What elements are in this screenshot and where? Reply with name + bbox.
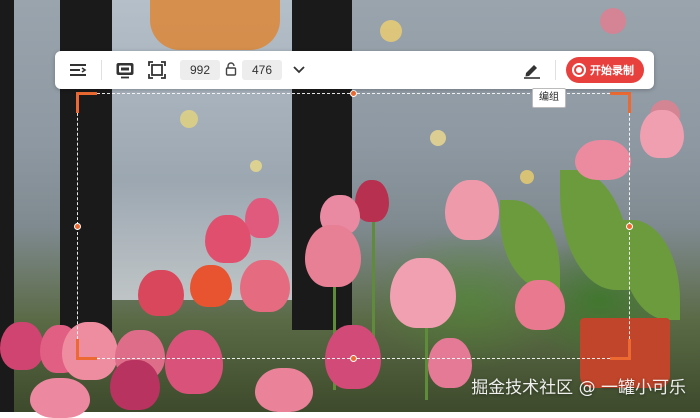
toolbar-divider — [555, 60, 556, 80]
selection-corner-top-right[interactable] — [610, 92, 631, 113]
menu-button[interactable] — [65, 57, 91, 83]
resize-handle-left[interactable] — [74, 223, 81, 230]
bokeh-light — [380, 20, 402, 42]
tulip — [110, 360, 160, 410]
width-input[interactable]: 992 — [180, 60, 220, 80]
selection-corner-bottom-right[interactable] — [610, 339, 631, 360]
screen-capture-icon — [115, 61, 135, 79]
aspect-lock-button[interactable] — [220, 60, 242, 80]
record-icon — [572, 63, 586, 77]
edit-button[interactable] — [519, 57, 545, 83]
lock-icon — [225, 61, 237, 80]
hanging-pot — [150, 0, 280, 50]
fullscreen-select-icon — [148, 61, 166, 79]
list-icon — [68, 62, 88, 78]
capture-toolbar: 992 476 开始录制 — [55, 51, 654, 89]
edit-tooltip: 编组 — [532, 88, 566, 108]
start-recording-label: 开始录制 — [590, 64, 634, 77]
selection-corner-top-left[interactable] — [76, 92, 97, 113]
toolbar-divider — [101, 60, 102, 80]
height-input[interactable]: 476 — [242, 60, 282, 80]
watermark: 掘金技术社区 @ 一罐小可乐 — [471, 378, 686, 398]
tulip — [0, 322, 44, 370]
start-recording-button[interactable]: 开始录制 — [566, 57, 644, 83]
bokeh-light — [600, 8, 626, 34]
capture-selection[interactable] — [74, 90, 633, 362]
chevron-down-icon — [292, 65, 306, 75]
resize-handle-right[interactable] — [626, 223, 633, 230]
size-options-dropdown[interactable] — [286, 57, 312, 83]
tulip — [255, 368, 313, 412]
resize-handle-top[interactable] — [350, 90, 357, 97]
screen-capture-button[interactable] — [112, 57, 138, 83]
fullscreen-select-button[interactable] — [144, 57, 170, 83]
tulip — [30, 378, 90, 418]
edit-icon — [522, 61, 542, 79]
tulip — [640, 110, 684, 158]
resize-handle-bottom[interactable] — [350, 355, 357, 362]
selection-corner-bottom-left[interactable] — [76, 339, 97, 360]
